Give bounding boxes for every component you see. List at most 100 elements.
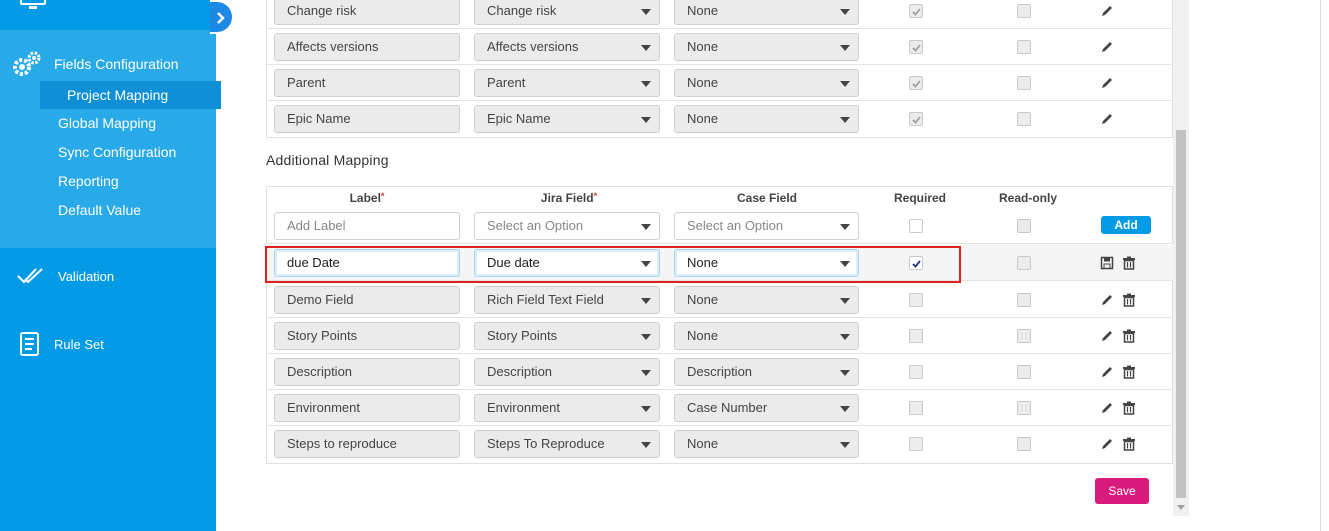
required-checkbox[interactable]	[909, 437, 923, 451]
jira-field-select[interactable]: Epic Name	[474, 105, 660, 133]
check-icon	[912, 8, 921, 16]
label-field[interactable]: Demo Field	[274, 286, 460, 314]
add-button[interactable]: Add	[1101, 216, 1151, 234]
case-field-select[interactable]: None	[674, 430, 859, 458]
required-checkbox[interactable]	[909, 329, 923, 343]
label-field[interactable]: Description	[274, 358, 460, 386]
pencil-icon[interactable]	[1100, 329, 1114, 343]
table-row: Description Description Description	[267, 354, 1174, 390]
jira-field-select[interactable]: Rich Field Text Field	[474, 286, 660, 314]
nav-global-mapping[interactable]: Global Mapping	[58, 113, 156, 133]
case-field-select[interactable]: None	[674, 249, 859, 277]
double-check-icon	[17, 268, 43, 284]
readonly-checkbox[interactable]	[1017, 112, 1031, 126]
label-field[interactable]: Affects versions	[274, 33, 460, 61]
case-field-select[interactable]: Select an Option	[674, 212, 859, 240]
pencil-icon[interactable]	[1100, 401, 1114, 415]
add-label-input[interactable]: Add Label	[274, 212, 460, 240]
jira-field-select[interactable]: Select an Option	[474, 212, 660, 240]
required-checkbox[interactable]	[909, 40, 923, 54]
readonly-checkbox[interactable]	[1017, 76, 1031, 90]
required-checkbox[interactable]	[909, 4, 923, 18]
vertical-scrollbar[interactable]	[1173, 0, 1189, 516]
required-checkbox[interactable]	[909, 365, 923, 379]
trash-icon[interactable]	[1122, 293, 1136, 307]
case-field-value: Description	[687, 364, 753, 379]
label-field[interactable]: Steps to reproduce	[274, 430, 460, 458]
editing-row: due Date Due date None	[267, 245, 1174, 281]
pencil-icon[interactable]	[1100, 112, 1114, 126]
required-checkbox[interactable]	[909, 401, 923, 415]
case-field-value: None	[687, 255, 719, 270]
trash-icon[interactable]	[1122, 401, 1136, 415]
check-icon	[912, 44, 921, 52]
label-input[interactable]: due Date	[274, 249, 460, 277]
pencil-icon[interactable]	[1100, 40, 1114, 54]
readonly-checkbox[interactable]	[1017, 401, 1031, 415]
case-field-select[interactable]: None	[674, 69, 859, 97]
jira-field-select[interactable]: Description	[474, 358, 660, 386]
readonly-checkbox[interactable]	[1017, 256, 1031, 270]
readonly-checkbox[interactable]	[1017, 40, 1031, 54]
pencil-icon[interactable]	[1100, 365, 1114, 379]
jira-field-select[interactable]: Story Points	[474, 322, 660, 350]
pencil-icon[interactable]	[1100, 76, 1114, 90]
trash-icon[interactable]	[1122, 437, 1136, 451]
trash-icon[interactable]	[1122, 329, 1136, 343]
case-field-select[interactable]: Case Number	[674, 394, 859, 422]
jira-field-select[interactable]: Environment	[474, 394, 660, 422]
nav-validation[interactable]: Validation	[16, 266, 114, 286]
readonly-checkbox[interactable]	[1017, 365, 1031, 379]
save-icon[interactable]	[1100, 256, 1114, 270]
fields-configuration-heading[interactable]: Fields Configuration	[12, 51, 179, 76]
check-icon	[912, 80, 921, 88]
case-field-select[interactable]: None	[674, 0, 859, 25]
required-checkbox[interactable]	[909, 256, 923, 270]
table-row: Demo Field Rich Field Text Field None	[267, 282, 1174, 318]
label-field[interactable]: Story Points	[274, 322, 460, 350]
caret-down-icon	[840, 81, 850, 87]
scroll-down-arrow-icon[interactable]	[1177, 505, 1185, 510]
label-field[interactable]: Environment	[274, 394, 460, 422]
caret-down-icon	[840, 370, 850, 376]
case-field-value: None	[687, 111, 719, 126]
pencil-icon[interactable]	[1100, 293, 1114, 307]
scrollbar-thumb[interactable]	[1176, 130, 1186, 498]
required-star: *	[593, 191, 598, 201]
label-field[interactable]: Change risk	[274, 0, 460, 25]
required-star: *	[380, 191, 385, 201]
save-button[interactable]: Save	[1095, 478, 1149, 504]
case-field-select[interactable]: None	[674, 286, 859, 314]
readonly-checkbox[interactable]	[1017, 219, 1031, 233]
trash-icon[interactable]	[1122, 365, 1136, 379]
trash-icon[interactable]	[1122, 256, 1136, 270]
case-field-select[interactable]: None	[674, 33, 859, 61]
required-checkbox[interactable]	[909, 293, 923, 307]
nav-rule-set[interactable]: Rule Set	[16, 330, 104, 358]
case-field-select[interactable]: None	[674, 322, 859, 350]
label-field[interactable]: Epic Name	[274, 105, 460, 133]
pencil-icon[interactable]	[1100, 437, 1114, 451]
nav-project-mapping[interactable]: Project Mapping	[40, 81, 221, 109]
nav-default-value[interactable]: Default Value	[58, 200, 141, 220]
required-checkbox[interactable]	[909, 112, 923, 126]
pencil-icon[interactable]	[1100, 4, 1114, 18]
jira-field-select[interactable]: Affects versions	[474, 33, 660, 61]
case-field-select[interactable]: None	[674, 105, 859, 133]
caret-down-icon	[840, 9, 850, 15]
jira-field-select[interactable]: Steps To Reproduce	[474, 430, 660, 458]
case-field-value: Case Number	[687, 400, 768, 415]
readonly-checkbox[interactable]	[1017, 293, 1031, 307]
jira-field-select[interactable]: Change risk	[474, 0, 660, 25]
required-checkbox[interactable]	[909, 76, 923, 90]
nav-sync-configuration[interactable]: Sync Configuration	[58, 142, 176, 162]
readonly-checkbox[interactable]	[1017, 437, 1031, 451]
required-checkbox[interactable]	[909, 219, 923, 233]
jira-field-select[interactable]: Due date	[474, 249, 660, 277]
readonly-checkbox[interactable]	[1017, 329, 1031, 343]
nav-reporting[interactable]: Reporting	[58, 171, 119, 191]
label-field[interactable]: Parent	[274, 69, 460, 97]
case-field-select[interactable]: Description	[674, 358, 859, 386]
jira-field-select[interactable]: Parent	[474, 69, 660, 97]
readonly-checkbox[interactable]	[1017, 4, 1031, 18]
